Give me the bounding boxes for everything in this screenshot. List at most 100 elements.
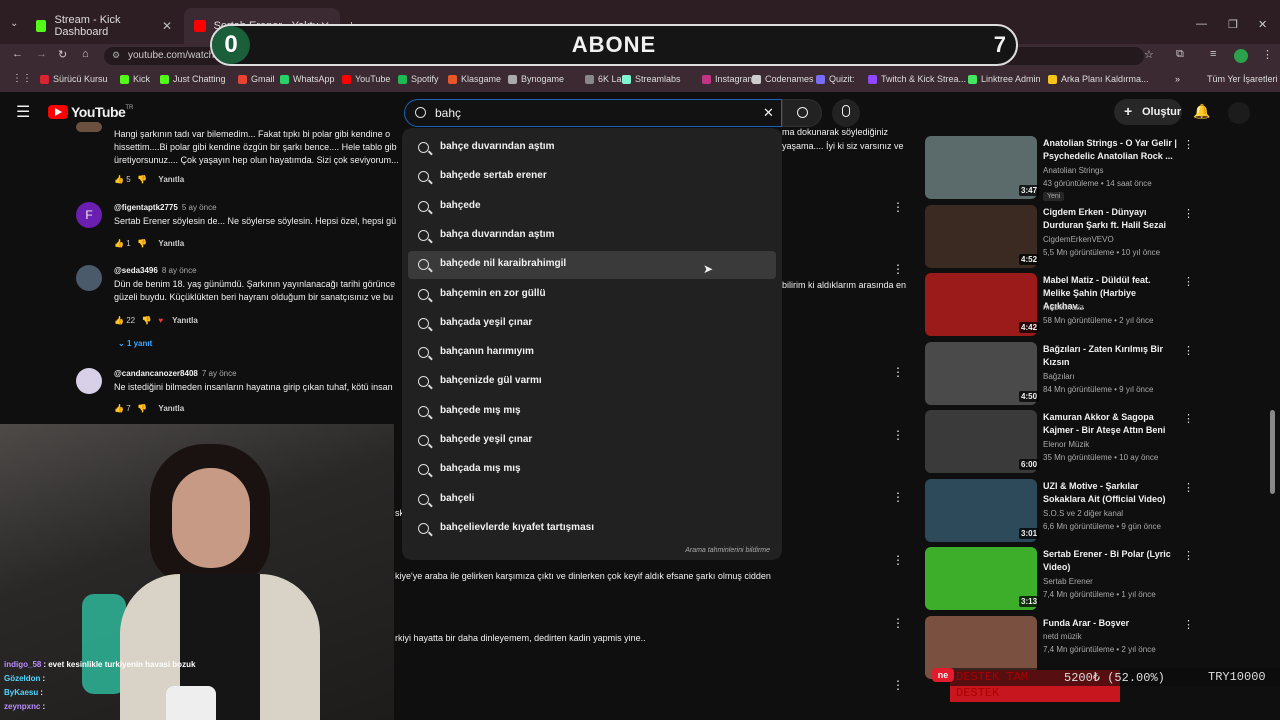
scrollbar-thumb[interactable] <box>1270 410 1275 494</box>
related-video[interactable]: 3:01 UZI & Motive - Şarkılar Sokaklara Ai… <box>925 478 1194 543</box>
profile-avatar[interactable] <box>1234 49 1248 63</box>
related-video[interactable]: 3:47 Anatolian Strings - O Yar Gelir | Ps… <box>925 136 1194 201</box>
comment-menu-icon[interactable]: ⋮ <box>892 365 904 379</box>
clear-search-icon[interactable]: ✕ <box>763 105 774 121</box>
related-video[interactable]: 4:42 Mabel Matiz - Düldül feat. Melike Şa… <box>925 273 1194 337</box>
close-tab-icon[interactable]: ✕ <box>162 19 172 33</box>
avatar[interactable] <box>76 368 102 394</box>
bookmark-item[interactable]: » <box>1162 74 1180 84</box>
related-video[interactable]: 6:00 Kamuran Akkor & Sagopa Kajmer - Bir … <box>925 410 1194 474</box>
site-info-icon[interactable]: ⚙ <box>112 50 120 61</box>
bookmark-item[interactable]: Kick <box>120 74 150 84</box>
apps-grid-icon[interactable]: ⋮⋮ <box>12 73 32 84</box>
bookmark-item[interactable]: WhatsApp <box>280 74 335 84</box>
tab-list-icon[interactable]: ⌄ <box>10 18 18 29</box>
comment-menu-icon[interactable]: ⋮ <box>892 616 904 630</box>
voice-search-button[interactable] <box>832 99 860 127</box>
search-suggestion[interactable]: bahçemin en zor güllü <box>408 281 776 309</box>
bookmark-item[interactable]: Sürücü Kursu <box>40 74 108 84</box>
search-suggestion[interactable]: bahçede nil karaibrahimgil <box>408 251 776 280</box>
comment-author[interactable]: @candancanozer8408 <box>114 369 198 378</box>
video-title[interactable]: Bağzıları - Zaten Kırılmış Bir Kızsın <box>1043 343 1179 369</box>
video-menu-icon[interactable]: ⋮ <box>1183 275 1194 288</box>
like-icon[interactable]: 👍 <box>114 316 124 325</box>
show-replies-button[interactable]: ⌄ 1 yanıt <box>118 339 152 348</box>
comment-menu-icon[interactable]: ⋮ <box>892 678 904 692</box>
bookmark-item[interactable]: Instagram <box>702 74 755 84</box>
search-input[interactable]: bahç ✕ <box>404 99 782 127</box>
channel-name[interactable]: mabelmatiz <box>1043 303 1084 312</box>
comment-author[interactable]: @figentaptk2775 <box>114 203 178 212</box>
search-suggestion[interactable]: bahçede <box>408 193 776 221</box>
video-menu-icon[interactable]: ⋮ <box>1183 138 1194 151</box>
search-suggestion[interactable]: bahçe duvarından aştım <box>408 134 776 162</box>
channel-name[interactable]: Elenor Müzik <box>1043 440 1089 449</box>
dislike-icon[interactable]: 👎 <box>137 239 147 248</box>
video-menu-icon[interactable]: ⋮ <box>1183 207 1194 220</box>
home-icon[interactable]: ⌂ <box>82 48 89 60</box>
comment-menu-icon[interactable]: ⋮ <box>892 428 904 442</box>
dislike-icon[interactable]: 👎 <box>137 175 147 184</box>
video-menu-icon[interactable]: ⋮ <box>1183 618 1194 631</box>
channel-name[interactable]: Bağzıları <box>1043 372 1075 381</box>
comment-menu-icon[interactable]: ⋮ <box>892 200 904 214</box>
bookmark-item[interactable]: YouTube <box>342 74 390 84</box>
bookmark-item[interactable]: Codenames <box>752 74 814 84</box>
search-suggestion[interactable]: bahça duvarından aştım <box>408 222 776 250</box>
menu-kebab-icon[interactable]: ⋮ <box>1262 48 1273 61</box>
related-video[interactable]: 4:50 Bağzıları - Zaten Kırılmış Bir Kızsı… <box>925 341 1194 406</box>
window-close-icon[interactable]: ✕ <box>1258 18 1267 31</box>
bookmark-item[interactable]: Linktree Admin <box>968 74 1041 84</box>
comment-menu-icon[interactable]: ⋮ <box>892 490 904 504</box>
reply-button[interactable]: Yanıtla <box>158 175 184 184</box>
back-icon[interactable]: ← <box>12 48 23 60</box>
bookmark-item[interactable]: Spotify <box>398 74 439 84</box>
bookmark-item[interactable]: Bynogame <box>508 74 564 84</box>
dislike-icon[interactable]: 👎 <box>142 316 152 325</box>
avatar[interactable] <box>76 265 102 291</box>
bookmark-item[interactable]: Arka Planı Kaldırma... <box>1048 74 1149 84</box>
video-title[interactable]: Sertab Erener - Bi Polar (Lyric Video) <box>1043 548 1179 574</box>
notifications-bell-icon[interactable]: 🔔 <box>1193 103 1210 120</box>
search-suggestion[interactable]: bahçede sertab erener <box>408 163 776 191</box>
hamburger-menu-icon[interactable]: ☰ <box>16 102 30 122</box>
bookmark-item[interactable]: Quizit: <box>816 74 855 84</box>
channel-name[interactable]: netd müzik <box>1043 632 1082 641</box>
comment-author[interactable]: @seda3496 <box>114 266 158 275</box>
search-suggestion[interactable]: bahçelievlerde kıyafet tartışması <box>408 515 776 543</box>
report-predictions-link[interactable]: Arama tahminlerini bildirme <box>685 547 770 554</box>
search-button[interactable] <box>782 99 822 127</box>
reply-button[interactable]: Yanıtla <box>158 239 184 248</box>
minimize-icon[interactable]: — <box>1196 18 1207 30</box>
bookmark-item[interactable]: Just Chatting <box>160 74 226 84</box>
related-video[interactable]: 3:13 Sertab Erener - Bi Polar (Lyric Vide… <box>925 547 1194 611</box>
avatar[interactable]: F <box>76 202 102 228</box>
related-video[interactable]: 4:52 Cigdem Erken - Dünyayı Durduran Şark… <box>925 204 1194 269</box>
bookmark-item[interactable]: Klasgame <box>448 74 501 84</box>
like-icon[interactable]: 👍 <box>114 404 124 413</box>
channel-name[interactable]: Anatolian Strings <box>1043 166 1103 175</box>
channel-name[interactable]: CigdemErkenVEVO <box>1043 235 1114 244</box>
bookmark-star-icon[interactable]: ☆ <box>1144 48 1154 61</box>
comment-menu-icon[interactable]: ⋮ <box>892 553 904 567</box>
like-icon[interactable]: 👍 <box>114 239 124 248</box>
reload-icon[interactable]: ↻ <box>58 48 67 61</box>
search-suggestion[interactable]: bahçede mış mış <box>408 398 776 426</box>
video-title[interactable]: Kamuran Akkor & Sagopa Kajmer - Bir Ateş… <box>1043 411 1179 437</box>
video-title[interactable]: UZI & Motive - Şarkılar Sokaklara Ait (O… <box>1043 480 1179 506</box>
forward-icon[interactable]: → <box>36 48 47 60</box>
like-icon[interactable]: 👍 <box>114 175 124 184</box>
video-title[interactable]: Funda Arar - Boşver <box>1043 617 1179 630</box>
media-icon[interactable]: ≡ <box>1210 48 1216 60</box>
dislike-icon[interactable]: 👎 <box>137 404 147 413</box>
search-suggestion[interactable]: bahçede yeşil çınar <box>408 427 776 455</box>
maximize-icon[interactable]: ❐ <box>1228 18 1238 31</box>
video-title[interactable]: Cigdem Erken - Dünyayı Durduran Şarkı ft… <box>1043 206 1179 232</box>
reply-button[interactable]: Yanıtla <box>172 316 198 325</box>
video-title[interactable]: Anatolian Strings - O Yar Gelir | Psyche… <box>1043 137 1179 163</box>
search-suggestion[interactable]: bahçeli <box>408 486 776 514</box>
search-suggestion[interactable]: bahçada yeşil çınar <box>408 310 776 338</box>
channel-name[interactable]: S.O.S ve 2 diğer kanal <box>1043 509 1123 518</box>
search-suggestion[interactable]: bahçenizde gül varmı <box>408 368 776 396</box>
account-avatar[interactable] <box>1228 102 1250 124</box>
